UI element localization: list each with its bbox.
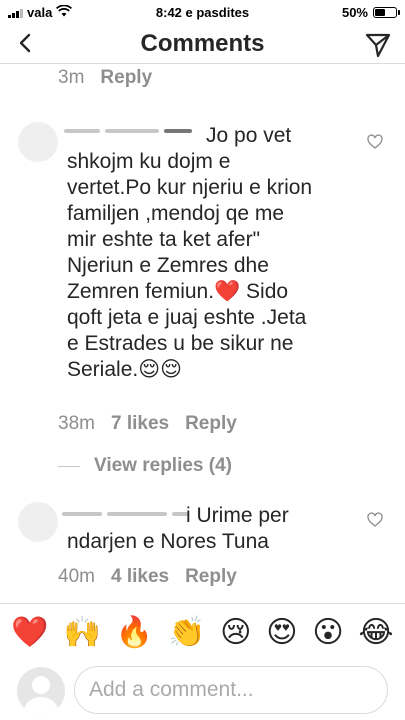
avatar[interactable] — [18, 122, 58, 162]
like-heart-icon[interactable] — [367, 134, 383, 150]
avatar — [17, 667, 65, 715]
status-right: 50% — [341, 5, 400, 20]
comment-composer — [0, 661, 405, 720]
reply-button[interactable]: Reply — [185, 413, 237, 435]
emoji-heart-eyes-button[interactable]: 😍 — [266, 617, 297, 648]
nav-bar: Comments — [0, 24, 405, 64]
comment-meta: 3m Reply — [58, 67, 152, 89]
emoji-bar: ❤️ 🙌 🔥 👏 😢 😍 😮 😂 — [0, 603, 405, 661]
chevron-left-icon[interactable] — [10, 28, 40, 58]
comment-time: 3m — [58, 67, 85, 88]
comment-text: Jo po vet shkojm ku dojm e vertet.Po kur… — [67, 124, 313, 381]
view-replies-button[interactable]: View replies (4) — [58, 455, 232, 477]
emoji-fire-button[interactable]: 🔥 — [116, 617, 153, 648]
comment-time: 38m — [58, 413, 95, 434]
battery-icon — [373, 7, 400, 18]
reply-button[interactable]: Reply — [185, 566, 237, 588]
comment-input[interactable] — [74, 666, 388, 714]
comment-time: 40m — [58, 566, 95, 587]
likes-count[interactable]: 7 likes — [111, 413, 169, 435]
comment-meta: 38m 7 likes Reply — [58, 413, 237, 435]
comment-meta: 40m 4 likes Reply — [58, 566, 237, 588]
emoji-laughing-button[interactable]: 😂 — [358, 617, 393, 648]
emoji-clapping-button[interactable]: 👏 — [168, 617, 205, 648]
reply-button[interactable]: Reply — [100, 67, 152, 89]
divider — [58, 465, 80, 467]
comment-text: i Urime per ndarjen e Nores Tuna — [67, 504, 289, 553]
page-title: Comments — [140, 30, 265, 57]
battery-fill — [375, 9, 385, 16]
status-bar: vala 8:42 e pasdites 50% — [0, 0, 405, 24]
likes-count[interactable]: 4 likes — [111, 566, 169, 588]
view-replies-label: View replies (4) — [94, 455, 232, 476]
emoji-crying-button[interactable]: 😢 — [220, 617, 251, 648]
battery-percent: 50% — [341, 5, 368, 20]
emoji-heart-button[interactable]: ❤️ — [11, 617, 48, 648]
emoji-surprised-button[interactable]: 😮 — [312, 617, 343, 648]
paper-plane-icon[interactable] — [363, 29, 393, 59]
emoji-raised-hands-button[interactable]: 🙌 — [64, 617, 101, 648]
user-silhouette-icon — [32, 676, 50, 694]
avatar[interactable] — [18, 502, 58, 542]
like-heart-icon[interactable] — [367, 512, 383, 528]
